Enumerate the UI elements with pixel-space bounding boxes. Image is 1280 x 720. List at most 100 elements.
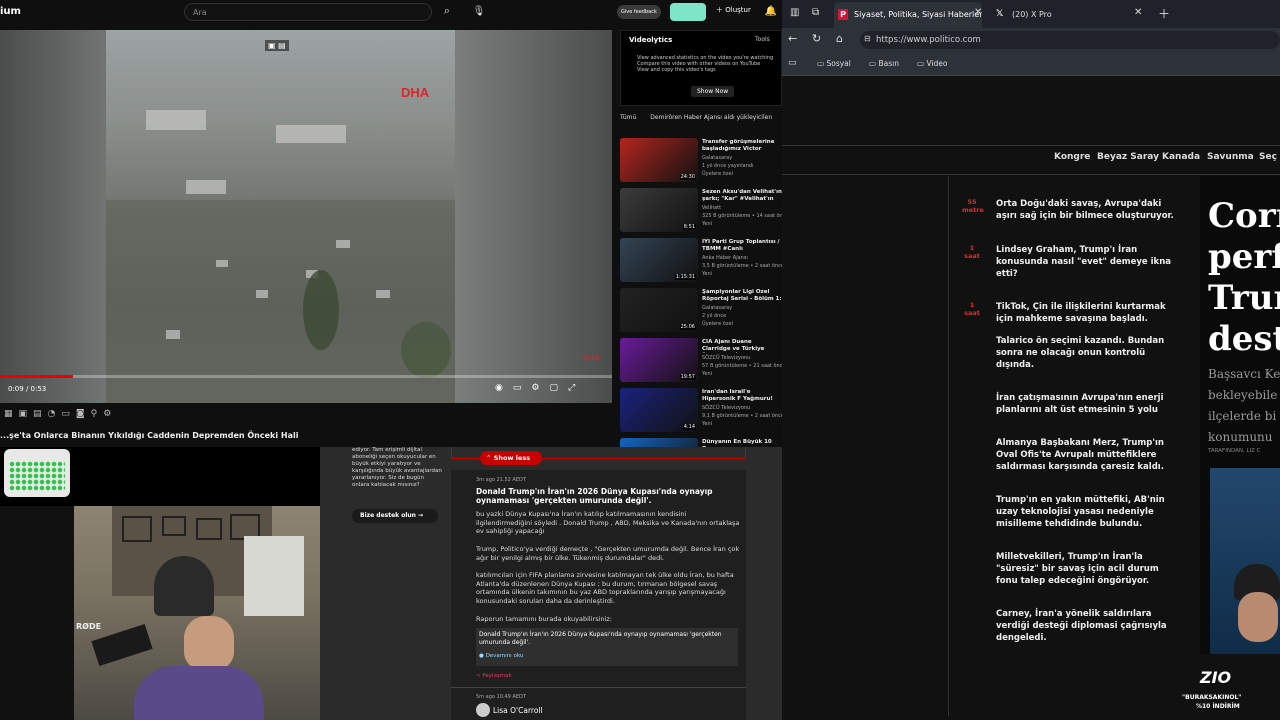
news-headline[interactable]: Lindsey Graham, Trump'ı İran konusunda n… bbox=[996, 244, 1176, 280]
new-tab-icon[interactable]: ＋ bbox=[1158, 5, 1170, 22]
overlay-strip bbox=[0, 447, 320, 506]
settings-icon[interactable]: ⚙ bbox=[531, 383, 539, 393]
grid-icon[interactable]: ▦ bbox=[4, 409, 13, 419]
favorite-basin[interactable]: ▭ Basın bbox=[869, 59, 899, 68]
show-now-button[interactable]: Show Now bbox=[691, 86, 735, 97]
nav-kanada[interactable]: Kanada bbox=[1162, 152, 1200, 162]
search-input[interactable]: Ara bbox=[184, 3, 432, 21]
news-headline[interactable]: Milletvekilleri, Trump'ın İran'la "süres… bbox=[996, 551, 1176, 587]
channel-name[interactable]: Velihatt bbox=[702, 205, 721, 211]
lead-image[interactable] bbox=[1210, 468, 1280, 658]
politico-nav bbox=[782, 145, 1280, 175]
continue-link[interactable]: ● Devamını oku bbox=[479, 653, 523, 659]
recommended-video[interactable]: 4:14 İran'dan İsrail'e Hipersonik F Yağmu… bbox=[620, 388, 782, 436]
news-headline[interactable]: İran çatışmasının Avrupa'nın enerji plan… bbox=[996, 392, 1176, 416]
tab-x-pro[interactable]: 𝕏 (20) X Pro bbox=[992, 2, 1140, 28]
sidebar-toggle-icon[interactable]: ▥ bbox=[790, 7, 799, 18]
video-meta: 325 B görüntüleme • 14 saat önce bbox=[702, 213, 782, 219]
speed-icon[interactable]: ◔ bbox=[48, 409, 56, 419]
video-thumbnail[interactable]: 8:51 bbox=[620, 188, 698, 232]
channel-name[interactable]: Galatasaray bbox=[702, 305, 732, 311]
close-icon[interactable]: ✕ bbox=[974, 7, 982, 18]
video-title[interactable]: İran'dan İsrail'e Hipersonik F Yağmuru! … bbox=[702, 389, 782, 403]
person-sweater bbox=[134, 666, 264, 720]
video-player[interactable]: ▣ ▤ DHA DHA bbox=[0, 30, 612, 403]
video-title[interactable]: Sezen Aksu'dan Velihat'ın şarkı; "Kar" #… bbox=[702, 189, 782, 203]
news-headline[interactable]: Carney, İran'a yönelik saldırılara verdi… bbox=[996, 608, 1176, 644]
lead-headline[interactable]: Corn perfo Trum deste bbox=[1208, 196, 1280, 360]
home-icon[interactable]: ⌂ bbox=[836, 32, 843, 45]
nav-secim[interactable]: Seç bbox=[1259, 152, 1277, 162]
videolytics-tools[interactable]: Tools bbox=[755, 36, 770, 43]
video-title[interactable]: Transfer görüşmelerine başladığımız Vict… bbox=[702, 139, 782, 153]
nav-kongre[interactable]: Kongre bbox=[1054, 152, 1090, 162]
share-button[interactable]: < Paylaşmak bbox=[476, 673, 512, 679]
close-icon[interactable]: ✕ bbox=[1134, 7, 1142, 18]
fullscreen-icon[interactable]: ⤢ bbox=[568, 383, 575, 393]
miniplayer-icon[interactable]: ▢ bbox=[549, 383, 558, 393]
post-time: 5m ago 10.49 AEDT bbox=[476, 694, 526, 700]
person-icon[interactable]: ⚲ bbox=[91, 409, 98, 419]
nav-savunma[interactable]: Savunma bbox=[1207, 152, 1254, 162]
tab-politico[interactable]: P Siyaset, Politika, Siyasi Haberler - P bbox=[834, 2, 982, 28]
search-icon[interactable]: ⌕ bbox=[440, 4, 454, 18]
microphone-icon[interactable]: 🎙 bbox=[472, 4, 486, 18]
news-headline[interactable]: Almanya Başbakanı Merz, Trump'ın Oval Of… bbox=[996, 437, 1176, 473]
tab-all[interactable]: Tümü bbox=[620, 114, 636, 121]
favorite-video[interactable]: ▭ Video bbox=[917, 59, 948, 68]
subtitles-icon[interactable]: ▭ bbox=[513, 383, 522, 393]
video-thumbnail[interactable]: 25:06 bbox=[620, 288, 698, 332]
support-button[interactable]: Bize destek olun → bbox=[352, 509, 438, 523]
video-thumbnail[interactable]: 1:15:31 bbox=[620, 238, 698, 282]
give-feedback-button[interactable]: Give feedback bbox=[617, 5, 661, 19]
news-headline[interactable]: Trump'ın en yakın müttefiki, AB'nin uzay… bbox=[996, 494, 1176, 530]
screen-icon[interactable]: ▭ bbox=[61, 409, 70, 419]
gumball-balls bbox=[9, 461, 65, 491]
nav-beyaz-saray[interactable]: Beyaz Saray bbox=[1097, 152, 1159, 162]
recommended-video[interactable]: 25:06 Şampiyonlar Ligi Özel Röportaj Seri… bbox=[620, 288, 782, 336]
video-title[interactable]: Şampiyonlar Ligi Özel Röportaj Serisi - … bbox=[702, 289, 782, 303]
pip-icon[interactable]: ▣ ▤ bbox=[265, 40, 289, 51]
channel-name[interactable]: Galatasaray bbox=[702, 155, 732, 161]
show-less-button[interactable]: ⌃ Show less bbox=[480, 451, 542, 465]
recommended-video[interactable]: 8:51 Sezen Aksu'dan Velihat'ın şarkı; "Ka… bbox=[620, 188, 782, 236]
gear-icon[interactable]: ⚙ bbox=[103, 409, 111, 419]
news-headline[interactable]: Orta Doğu'daki savaş, Avrupa'daki aşırı … bbox=[996, 198, 1176, 222]
youtube-logo[interactable]: ium bbox=[0, 6, 21, 17]
recommended-video[interactable]: Dünyanın En Büyük 10 Depr... bbox=[620, 438, 782, 447]
camera-icon[interactable]: ◙ bbox=[76, 409, 85, 419]
video-blur-left bbox=[0, 30, 106, 403]
autoplay-icon[interactable]: ◉ bbox=[495, 383, 503, 393]
bell-icon[interactable]: 🔔 bbox=[764, 3, 778, 19]
video-thumbnail[interactable] bbox=[620, 438, 698, 447]
channel-name[interactable]: SÖZCÜ Televizyonu bbox=[702, 355, 750, 361]
workspaces-icon[interactable]: ⧉ bbox=[812, 7, 819, 18]
progress-track[interactable] bbox=[0, 375, 612, 378]
recommended-video[interactable]: 1:15:31 İYİ Parti Grup Toplantısı / TBMM … bbox=[620, 238, 782, 286]
address-bar[interactable]: ⊟ https://www.politico.com bbox=[860, 31, 1280, 49]
news-headline[interactable]: Talarico ön seçimi kazandı. Bundan sonra… bbox=[996, 335, 1176, 371]
news-time: 1 saat bbox=[964, 301, 980, 317]
video-title[interactable]: İYİ Parti Grup Toplantısı / TBMM #Canlı bbox=[702, 239, 782, 253]
frame-icon[interactable]: ▣ bbox=[19, 409, 28, 419]
video-thumbnail[interactable]: 4:14 bbox=[620, 388, 698, 432]
favorite-sosyal[interactable]: ▭ Sosyal bbox=[817, 59, 851, 68]
list-icon[interactable]: ▤ bbox=[33, 409, 42, 419]
video-title[interactable]: Dünyanın En Büyük 10 Depr... bbox=[702, 439, 782, 447]
news-headline[interactable]: TikTok, Çin ile ilişkilerini kurtarmak i… bbox=[996, 301, 1176, 325]
back-icon[interactable]: ← bbox=[788, 32, 797, 45]
refresh-icon[interactable]: ↻ bbox=[812, 32, 821, 45]
channel-name[interactable]: Anka Haber Ajansı bbox=[702, 255, 748, 261]
channel-name[interactable]: SÖZCÜ Televizyonu bbox=[702, 405, 750, 411]
lead-dek: Başsavcı Ke bekleyebile ilçelerde bi kon… bbox=[1208, 364, 1280, 448]
extension-toggle[interactable] bbox=[670, 3, 706, 21]
video-thumbnail[interactable]: 24:30 bbox=[620, 138, 698, 182]
tab-channel[interactable]: Demirören Haber Ajansı aldı yükleyicilen bbox=[650, 114, 772, 121]
create-button[interactable]: ＋ Oluştur bbox=[716, 5, 751, 15]
video-thumbnail[interactable]: 19:57 bbox=[620, 338, 698, 382]
quote-card[interactable]: Donald Trump'ın İran'ın 2026 Dünya Kupas… bbox=[476, 628, 738, 666]
reading-icon[interactable]: ▭ bbox=[788, 58, 797, 68]
recommended-video[interactable]: 19:57 CIA Ajanı Duane Clarridge ve Türkiy… bbox=[620, 338, 782, 386]
recommended-video[interactable]: 24:30 Transfer görüşmelerine başladığımız… bbox=[620, 138, 782, 186]
video-title[interactable]: CIA Ajanı Duane Clarridge ve Türkiye Üze… bbox=[702, 339, 782, 353]
